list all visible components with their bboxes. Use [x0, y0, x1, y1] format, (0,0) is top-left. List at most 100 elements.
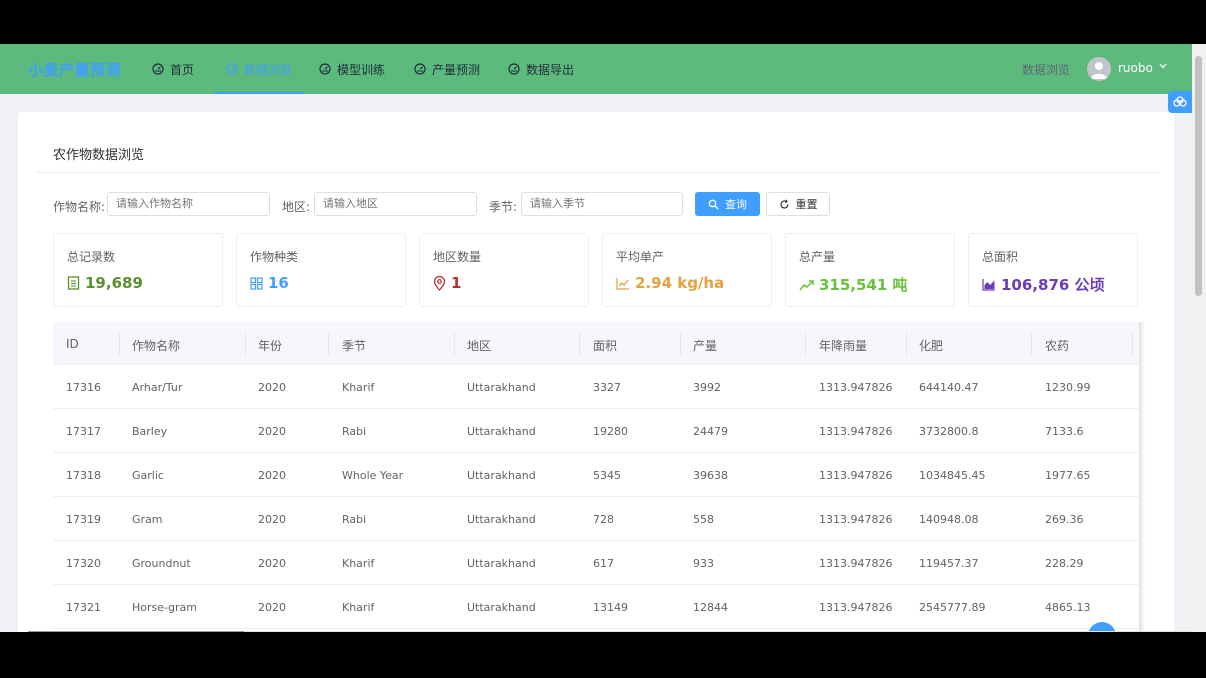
stat-average-yield: 平均单产 2.94 kg/ha: [602, 233, 772, 307]
table-cell: Uttarakhand: [467, 513, 536, 526]
region-filter-label: 地区:: [282, 200, 311, 214]
table-cell: 1977.65: [1045, 469, 1091, 482]
table-cell: 17320: [66, 557, 101, 570]
nav-home[interactable]: 首页: [152, 44, 194, 94]
floating-tool-button[interactable]: [1168, 91, 1192, 113]
app-window: 小麦产量预测 首页 数据浏览 模型训练 产量预测 数据导出 数据浏览 ruobo…: [0, 44, 1206, 632]
column-header[interactable]: 地区: [467, 337, 491, 354]
stat-value-row: 1: [433, 274, 461, 292]
table-cell: Uttarakhand: [467, 469, 536, 482]
area-chart-icon: [982, 279, 995, 291]
table-cell: Rabi: [342, 425, 367, 438]
stat-value: 106,876 公顷: [1001, 276, 1105, 294]
vertical-scrollbar-thumb[interactable]: [1195, 56, 1202, 296]
table-row[interactable]: 17316 Arhar/Tur 2020 Kharif Uttarakhand …: [53, 365, 1139, 409]
stat-label: 总面积: [982, 250, 1019, 264]
query-button[interactable]: 查询: [695, 192, 760, 216]
username[interactable]: ruobo: [1118, 61, 1153, 75]
column-header[interactable]: ID: [66, 337, 79, 351]
user-icon: [1091, 62, 1107, 79]
nav-data-browse-label: 数据浏览: [244, 62, 293, 77]
table-cell: 1313.947826: [819, 557, 893, 570]
stat-value-row: 106,876 公顷: [982, 274, 1105, 295]
vertical-scrollbar[interactable]: [1192, 44, 1206, 632]
stat-value-row: 315,541 吨: [799, 274, 908, 295]
table-cell: 17319: [66, 513, 101, 526]
avatar[interactable]: [1087, 57, 1111, 81]
app-logo[interactable]: 小麦产量预测: [28, 59, 121, 80]
stat-value-row: 2.94 kg/ha: [616, 274, 724, 292]
table-cell: 17318: [66, 469, 101, 482]
column-header[interactable]: 作物名称: [132, 337, 180, 354]
main-card: 农作物数据浏览 作物名称: 地区: 季节: 查询 重置 总记录数 19,689 …: [18, 112, 1174, 632]
top-navbar: 小麦产量预测 首页 数据浏览 模型训练 产量预测 数据导出 数据浏览 ruobo: [0, 44, 1192, 94]
column-header[interactable]: 年降雨量: [819, 337, 867, 354]
table-cell: 2020: [258, 425, 286, 438]
trend-up-icon: [799, 279, 814, 290]
table-row[interactable]: 17320 Groundnut 2020 Kharif Uttarakhand …: [53, 541, 1139, 585]
line-chart-icon: [616, 277, 629, 290]
stat-value-row: 16: [250, 274, 289, 292]
nav-data-browse[interactable]: 数据浏览: [213, 44, 305, 94]
table-cell: 19280: [593, 425, 628, 438]
column-header[interactable]: 农药: [1045, 337, 1069, 354]
query-button-label: 查询: [725, 198, 747, 211]
table-cell: 12844: [693, 601, 728, 614]
table-cell: 558: [693, 513, 714, 526]
column-divider: [245, 332, 246, 356]
season-search-input[interactable]: [521, 192, 683, 216]
season-filter-label: 季节:: [489, 200, 518, 214]
table-row[interactable]: 17317 Barley 2020 Rabi Uttarakhand 19280…: [53, 409, 1139, 453]
stat-total-records: 总记录数 19,689: [53, 233, 223, 307]
table-cell: 1313.947826: [819, 381, 893, 394]
nav-data-export[interactable]: 数据导出: [508, 44, 574, 94]
region-search-input[interactable]: [314, 192, 477, 216]
table-cell: 2020: [258, 557, 286, 570]
stat-label: 总产量: [799, 250, 836, 264]
crop-search-input[interactable]: [107, 192, 270, 216]
column-header[interactable]: 产量: [693, 337, 717, 354]
table-cell: Barley: [132, 425, 168, 438]
chevron-down-icon[interactable]: [1158, 61, 1168, 71]
table-cell: Rabi: [342, 513, 367, 526]
breadcrumb-link[interactable]: 数据浏览: [1022, 61, 1070, 78]
refresh-icon: [779, 199, 789, 208]
table-cell: 617: [593, 557, 614, 570]
column-header[interactable]: 季节: [342, 337, 366, 354]
table-cell: 4865.13: [1045, 601, 1091, 614]
table-cell: 1313.947826: [819, 601, 893, 614]
dashboard-icon: [508, 63, 520, 75]
table-cell: Kharif: [342, 601, 375, 614]
table-cell: 5345: [593, 469, 621, 482]
stat-value-row: 19,689: [67, 274, 143, 292]
stat-label: 总记录数: [67, 250, 116, 264]
table-row[interactable]: 17321 Horse-gram 2020 Kharif Uttarakhand…: [53, 585, 1139, 629]
nav-yield-prediction[interactable]: 产量预测: [414, 44, 480, 94]
document-icon: [67, 276, 80, 290]
table-cell: 2545777.89: [919, 601, 986, 614]
stat-crop-types: 作物种类 16: [236, 233, 406, 307]
table-row[interactable]: 17318 Garlic 2020 Whole Year Uttarakhand…: [53, 453, 1139, 497]
column-divider: [454, 332, 455, 356]
column-divider: [579, 332, 580, 356]
stat-total-area: 总面积 106,876 公顷: [968, 233, 1138, 307]
horizontal-scrollbar[interactable]: [28, 631, 1192, 632]
title-divider: [36, 172, 1158, 173]
table-cell: 2020: [258, 513, 286, 526]
column-header[interactable]: 年份: [258, 337, 282, 354]
horizontal-scrollbar-thumb[interactable]: [28, 631, 244, 632]
column-header[interactable]: 化肥: [919, 337, 943, 354]
table-cell: 3732800.8: [919, 425, 979, 438]
table-cell: 17317: [66, 425, 101, 438]
table-cell: 17321: [66, 601, 101, 614]
table-cell: 1230.99: [1045, 381, 1091, 394]
table-cell: 119457.37: [919, 557, 979, 570]
table-row[interactable]: 17319 Gram 2020 Rabi Uttarakhand 728 558…: [53, 497, 1139, 541]
table-cell: 7133.6: [1045, 425, 1084, 438]
nav-model-training[interactable]: 模型训练: [319, 44, 385, 94]
column-divider: [1031, 332, 1032, 356]
table-cell: 228.29: [1045, 557, 1084, 570]
reset-button[interactable]: 重置: [766, 192, 830, 216]
column-header[interactable]: 面积: [593, 337, 617, 354]
search-icon: [708, 199, 719, 209]
